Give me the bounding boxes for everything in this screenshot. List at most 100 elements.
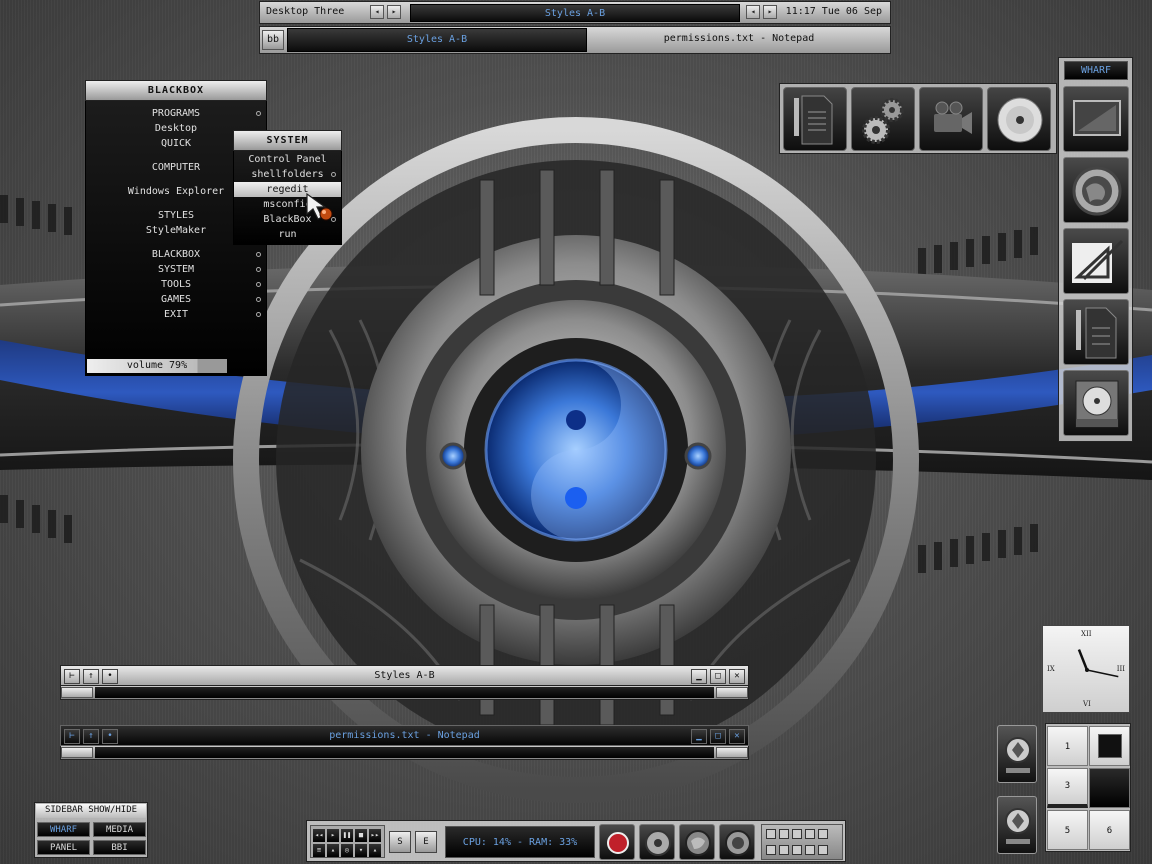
window-next-button[interactable]: ▸ [763, 5, 777, 19]
monitor-icon[interactable] [1063, 86, 1129, 152]
toolbar-window-label-area[interactable]: Styles A-B [410, 4, 740, 22]
menu-item-system[interactable]: SYSTEM [86, 262, 266, 277]
menu-item-programs[interactable]: PROGRAMS [86, 106, 266, 121]
tray-item-icon[interactable] [779, 845, 789, 855]
menu-item-tools[interactable]: TOOLS [86, 277, 266, 292]
media-playlist-button[interactable]: ≡ [313, 844, 325, 857]
record-icon[interactable] [599, 824, 635, 860]
pin-button[interactable]: ⊢ [64, 669, 80, 684]
bbi-toggle-button[interactable]: BBI [93, 840, 146, 855]
tray-item-icon[interactable] [792, 845, 802, 855]
globe-icon[interactable] [1063, 157, 1129, 223]
workspace-next-button[interactable]: ▸ [387, 5, 401, 19]
window-titlebar[interactable]: ⊢ ↑ • permissions.txt - Notepad ▁ □ ✕ [60, 725, 749, 746]
tray-item-icon[interactable] [792, 829, 802, 839]
hard-drive-icon[interactable] [1063, 370, 1129, 436]
media-toggle-button[interactable]: MEDIA [93, 822, 146, 837]
media-forward-button[interactable]: ▸▸ [369, 829, 381, 842]
window-prev-button[interactable]: ◂ [746, 5, 760, 19]
media-controls: ◂◂ ▸ ❚❚ ■ ▸▸ ≡ ▴ ◎ ▾ ▴ [310, 825, 385, 858]
media-repeat-button[interactable]: ◎ [341, 844, 353, 857]
panel-toggle-button[interactable]: PANEL [37, 840, 90, 855]
pager-desktop-3[interactable]: 3 [1047, 768, 1088, 808]
analog-clock[interactable]: XII III VI IX [1042, 625, 1130, 713]
minimize-button[interactable]: ▁ [691, 729, 707, 744]
workspace-prev-button[interactable]: ◂ [370, 5, 384, 19]
maximize-button[interactable]: □ [710, 729, 726, 744]
tray-item-icon[interactable] [818, 845, 828, 855]
submenu-title[interactable]: SYSTEM [233, 130, 342, 151]
pager-desktop-2[interactable] [1089, 726, 1130, 766]
menu-item-label: COMPUTER [151, 162, 201, 173]
sidebar-title[interactable]: SIDEBAR SHOW/HIDE [36, 804, 146, 818]
document-icon[interactable] [1063, 299, 1129, 365]
tray-item-icon[interactable] [766, 845, 776, 855]
drawing-tools-icon[interactable] [1063, 228, 1129, 294]
document-icon[interactable] [783, 87, 847, 151]
recycle-bin-full-icon[interactable] [997, 796, 1037, 854]
shade-up-button[interactable]: ↑ [83, 669, 99, 684]
media-rewind-button[interactable]: ◂◂ [313, 829, 325, 842]
window-menu-button[interactable]: • [102, 729, 118, 744]
globe-icon[interactable] [679, 824, 715, 860]
cd-icon[interactable] [987, 87, 1051, 151]
media-eject-button[interactable]: ▴ [327, 844, 339, 857]
pin-button[interactable]: ⊢ [64, 729, 80, 744]
maximize-button[interactable]: □ [710, 669, 726, 684]
pager-desktop-1[interactable]: 1 [1047, 726, 1088, 766]
menu-item-control-panel[interactable]: Control Panel [234, 152, 341, 167]
menu-item-label: PROGRAMS [151, 108, 201, 119]
gears-icon[interactable] [851, 87, 915, 151]
menu-item-games[interactable]: GAMES [86, 292, 266, 307]
minimize-button[interactable]: ▁ [691, 669, 707, 684]
panel-e-button[interactable]: E [415, 831, 437, 853]
close-button[interactable]: ✕ [729, 729, 745, 744]
camera-icon[interactable] [919, 87, 983, 151]
tray-item-icon[interactable] [805, 829, 815, 839]
menu-item-run[interactable]: run [234, 227, 341, 242]
toolbar-workspace-label[interactable]: Desktop Three [266, 6, 344, 17]
volume-up-button[interactable]: ▴ [369, 844, 381, 857]
pager-desktop-4[interactable] [1089, 768, 1130, 808]
window-title: Styles A-B [374, 670, 435, 681]
close-button[interactable]: ✕ [729, 669, 745, 684]
resize-grip-left[interactable] [61, 747, 93, 758]
menu-title[interactable]: BLACKBOX [85, 80, 267, 101]
pager-desktop-6[interactable]: 6 [1089, 810, 1130, 850]
wharf-title[interactable]: WHARF [1064, 61, 1128, 80]
resize-grip-left[interactable] [61, 687, 93, 698]
window-menu-button[interactable]: • [102, 669, 118, 684]
task-button-notepad[interactable]: permissions.txt - Notepad [590, 28, 888, 52]
media-stop-button[interactable]: ■ [355, 829, 367, 842]
shade-up-button[interactable]: ↑ [83, 729, 99, 744]
task-button-styles[interactable]: Styles A-B [287, 28, 587, 52]
toolbar-clock[interactable]: 11:17 Tue 06 Sep [786, 6, 882, 17]
menu-item-label: Windows Explorer [127, 186, 225, 197]
speaker-icon[interactable] [719, 824, 755, 860]
window-handle[interactable] [60, 686, 749, 700]
panel-s-button[interactable]: S [389, 831, 411, 853]
recycle-bin-icon[interactable] [997, 725, 1037, 783]
menu-item-label: TOOLS [160, 279, 192, 290]
clock-minute-hand [1086, 669, 1119, 678]
tray-item-icon[interactable] [818, 829, 828, 839]
menu-item-label: EXIT [163, 309, 189, 320]
menu-item-exit[interactable]: EXIT [86, 307, 266, 322]
menu-item-blackbox[interactable]: BLACKBOX [86, 247, 266, 262]
wharf-toggle-button[interactable]: WHARF [37, 822, 90, 837]
tray-item-icon[interactable] [805, 845, 815, 855]
resize-grip-right[interactable] [716, 687, 748, 698]
window-titlebar[interactable]: ⊢ ↑ • Styles A-B ▁ □ ✕ [60, 665, 749, 686]
volume-slider[interactable]: volume 79% [87, 359, 227, 373]
window-handle[interactable] [60, 746, 749, 760]
media-pause-button[interactable]: ❚❚ [341, 829, 353, 842]
volume-down-button[interactable]: ▾ [355, 844, 367, 857]
tray-item-icon[interactable] [779, 829, 789, 839]
menu-item-shellfolders[interactable]: shellfolders [234, 167, 341, 182]
disc-icon[interactable] [639, 824, 675, 860]
resize-grip-right[interactable] [716, 747, 748, 758]
tray-item-icon[interactable] [766, 829, 776, 839]
taskbar-bb-button[interactable]: bb [262, 30, 284, 50]
media-play-button[interactable]: ▸ [327, 829, 339, 842]
pager-desktop-5[interactable]: 5 [1047, 810, 1088, 850]
